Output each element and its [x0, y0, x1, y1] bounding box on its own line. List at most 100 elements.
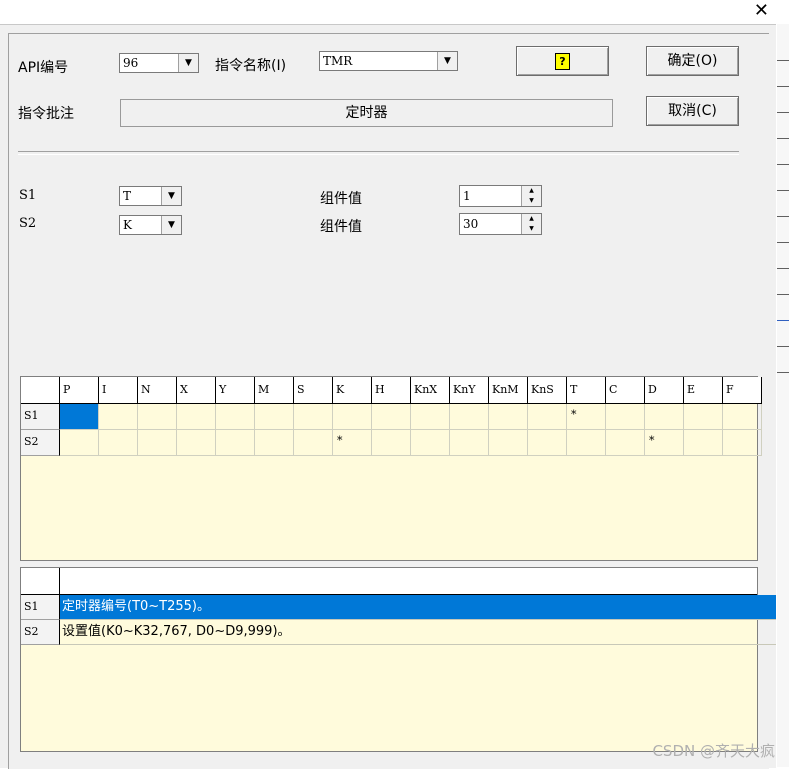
- operand-s2-value-stepper[interactable]: 30 ▲ ▼: [459, 213, 542, 235]
- column-header-t: T: [567, 377, 606, 404]
- chevron-down-icon[interactable]: ▼: [161, 216, 181, 234]
- desc-row-s2[interactable]: 设置值(K0~K32,767, D0~D9,999)。: [60, 620, 776, 645]
- background-window-edge: [777, 24, 789, 767]
- edge-line: [777, 86, 789, 87]
- spin-down-icon[interactable]: ▼: [521, 196, 541, 206]
- table-cell[interactable]: *: [333, 430, 372, 456]
- table-cell[interactable]: [450, 430, 489, 456]
- instruction-name-label: 指令名称(I): [215, 58, 287, 74]
- table-cell[interactable]: [294, 404, 333, 430]
- table-cell[interactable]: [255, 404, 294, 430]
- edge-line: [777, 294, 789, 295]
- chevron-down-icon[interactable]: ▼: [437, 52, 457, 70]
- column-header-e: E: [684, 377, 723, 404]
- table-cell[interactable]: [60, 430, 99, 456]
- table-cell[interactable]: [411, 404, 450, 430]
- help-icon: ?: [555, 53, 570, 70]
- chevron-down-icon[interactable]: ▼: [161, 187, 181, 205]
- table-cell[interactable]: [606, 430, 645, 456]
- edge-line: [777, 112, 789, 113]
- table-cell[interactable]: *: [645, 430, 684, 456]
- column-header-f: F: [723, 377, 762, 404]
- cancel-button[interactable]: 取消(C): [646, 96, 739, 126]
- table-cell[interactable]: [294, 430, 333, 456]
- table-cell[interactable]: [489, 430, 528, 456]
- table-cell[interactable]: [372, 430, 411, 456]
- table-cell[interactable]: [60, 404, 99, 430]
- table-cell[interactable]: [528, 430, 567, 456]
- api-number-combo[interactable]: 96 ▼: [119, 53, 199, 73]
- edge-line: [777, 216, 789, 217]
- table-cell[interactable]: [684, 430, 723, 456]
- table-cell[interactable]: [528, 404, 567, 430]
- instruction-note-label: 指令批注: [18, 106, 74, 122]
- table-cell[interactable]: [684, 404, 723, 430]
- table-cell[interactable]: [372, 404, 411, 430]
- column-header-h: H: [372, 377, 411, 404]
- api-number-value: 96: [123, 56, 139, 70]
- operand-s2-value-label: 组件值: [320, 219, 362, 235]
- separator: [18, 151, 739, 155]
- edge-line: [777, 372, 789, 373]
- instruction-name-combo[interactable]: TMR ▼: [319, 51, 458, 71]
- title-bar: ✕: [0, 0, 789, 24]
- table-cell[interactable]: [216, 404, 255, 430]
- chevron-down-icon[interactable]: ▼: [178, 54, 198, 72]
- operand-s2-type-value: K: [123, 218, 132, 232]
- desc-row-header: S1: [21, 595, 60, 620]
- edge-line: [777, 190, 789, 191]
- operand-s1-type-combo[interactable]: T ▼: [119, 186, 182, 206]
- edge-line: [777, 268, 789, 269]
- spin-down-icon[interactable]: ▼: [521, 224, 541, 234]
- column-header-m: M: [255, 377, 294, 404]
- table-cell[interactable]: [723, 404, 762, 430]
- operand-s1-value-stepper[interactable]: 1 ▲ ▼: [459, 185, 542, 207]
- column-header-i: I: [99, 377, 138, 404]
- desc-row-header: S2: [21, 620, 60, 645]
- column-header-n: N: [138, 377, 177, 404]
- table-cell[interactable]: *: [567, 404, 606, 430]
- operand-s2-value: 30: [463, 217, 479, 231]
- table-cell[interactable]: [216, 430, 255, 456]
- table-cell[interactable]: [645, 404, 684, 430]
- column-header-x: X: [177, 377, 216, 404]
- column-header-knm: KnM: [489, 377, 528, 404]
- operand-s2-type-combo[interactable]: K ▼: [119, 215, 182, 235]
- edge-line: [777, 138, 789, 139]
- row-header-s1: S1: [21, 404, 60, 430]
- table-cell[interactable]: [138, 404, 177, 430]
- column-header-p: P: [60, 377, 99, 404]
- table-cell[interactable]: [177, 430, 216, 456]
- column-header-y: Y: [216, 377, 255, 404]
- table-cell[interactable]: [99, 430, 138, 456]
- table-cell[interactable]: [177, 404, 216, 430]
- operand-s1-label: S1: [19, 188, 37, 203]
- row-header-s2: S2: [21, 430, 60, 456]
- table-cell[interactable]: [606, 404, 645, 430]
- table-cell[interactable]: [450, 404, 489, 430]
- table-cell[interactable]: [255, 430, 294, 456]
- ok-button[interactable]: 确定(O): [646, 46, 739, 76]
- table-cell[interactable]: [138, 430, 177, 456]
- edge-line: [777, 60, 789, 61]
- edge-line: [777, 346, 789, 347]
- operand-s2-label: S2: [19, 216, 37, 231]
- operand-s1-value: 1: [463, 189, 471, 203]
- close-icon[interactable]: ✕: [754, 0, 769, 22]
- table-cell[interactable]: [99, 404, 138, 430]
- corner-cell: [21, 568, 60, 595]
- watermark: CSDN @齐天大疯: [652, 742, 775, 760]
- table-cell[interactable]: [567, 430, 606, 456]
- operand-s1-type-value: T: [123, 189, 132, 203]
- column-header-kns: KnS: [528, 377, 567, 404]
- help-button[interactable]: ?: [516, 46, 609, 76]
- table-cell[interactable]: [411, 430, 450, 456]
- description-table: S1 定时器编号(T0~T255)。 S2 设置值(K0~K32,767, D0…: [20, 567, 776, 752]
- table-cell[interactable]: [723, 430, 762, 456]
- column-header-d: D: [645, 377, 684, 404]
- table-cell[interactable]: [333, 404, 372, 430]
- column-header-k: K: [333, 377, 372, 404]
- desc-row-s1[interactable]: 定时器编号(T0~T255)。: [60, 595, 776, 620]
- column-header-c: C: [606, 377, 645, 404]
- table-cell[interactable]: [489, 404, 528, 430]
